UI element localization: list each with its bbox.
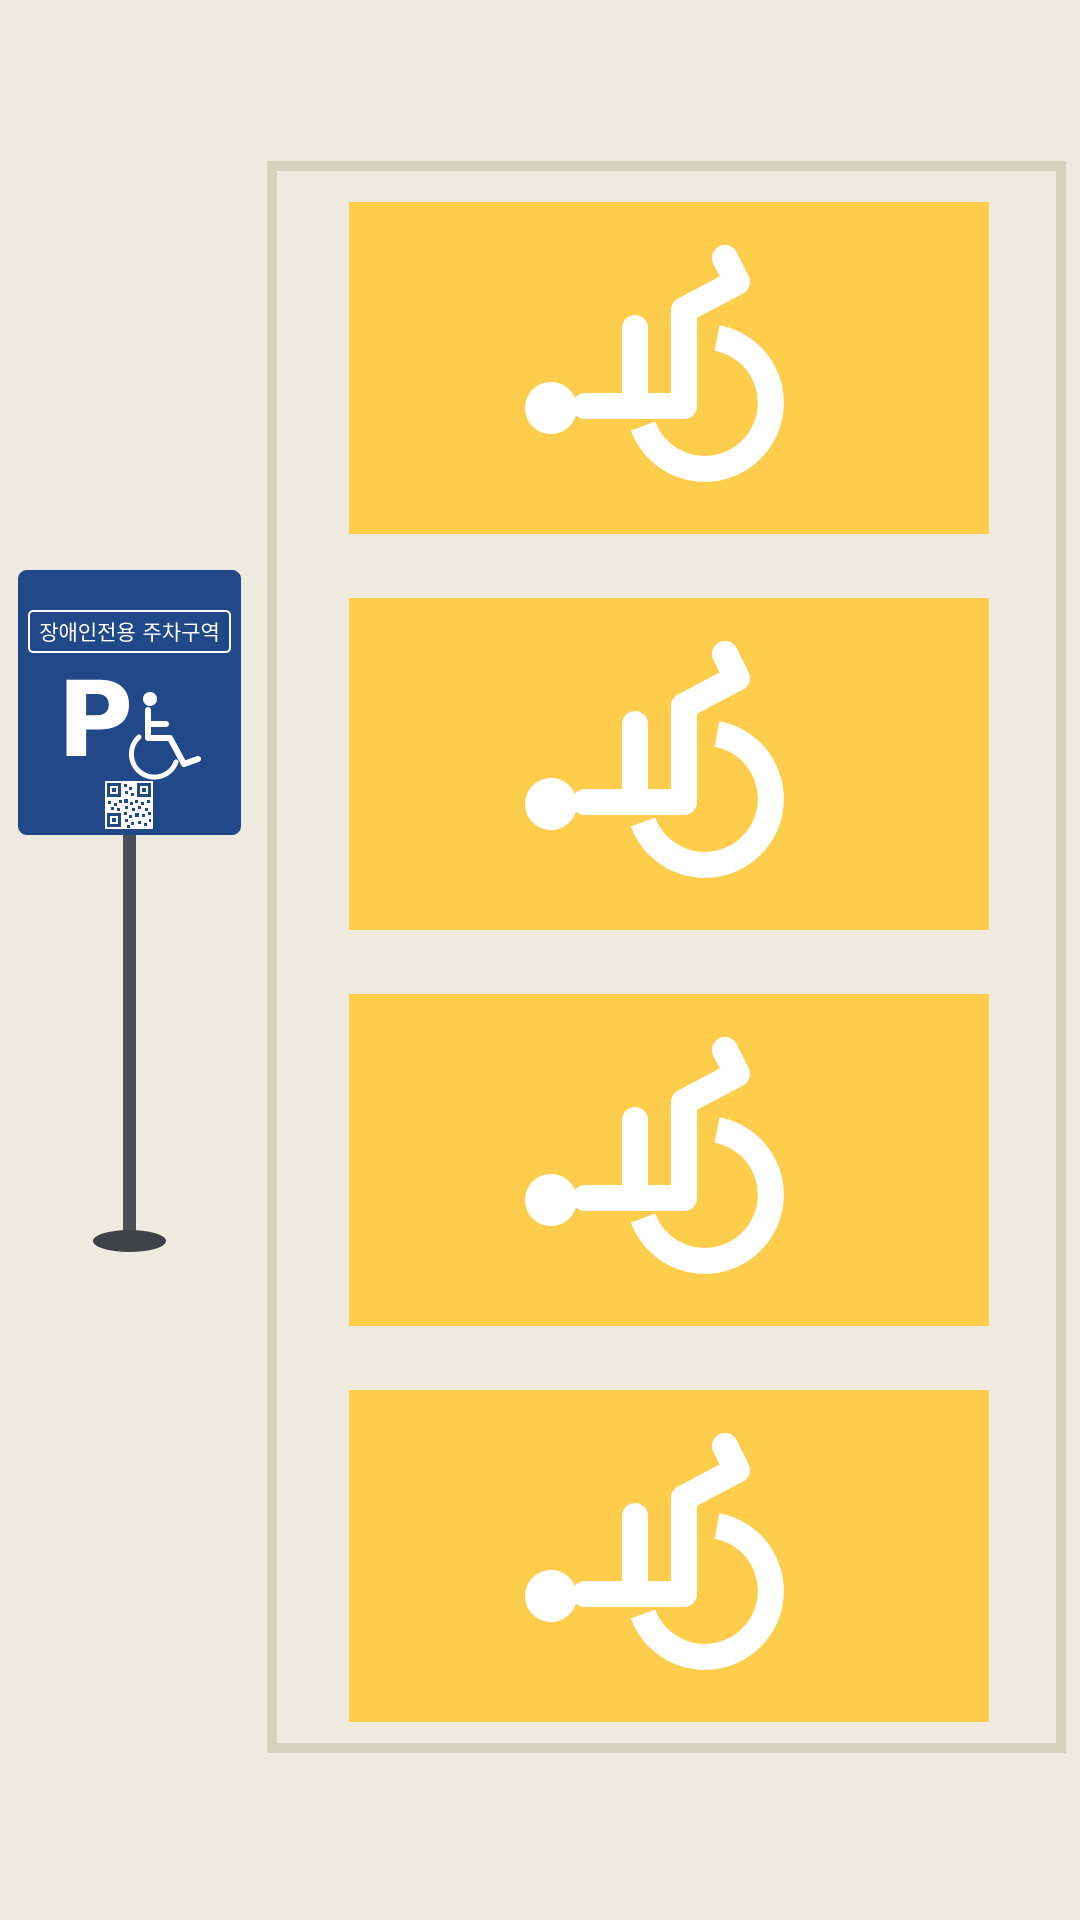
sign-base — [93, 1230, 166, 1252]
wheelchair-icon — [525, 245, 784, 482]
wheelchair-icon — [128, 692, 201, 780]
parking-bay — [349, 598, 989, 930]
parking-bay — [349, 994, 989, 1326]
parking-scene: 장애인전용 주차구역 P — [0, 0, 1080, 1920]
parking-letter: P — [57, 659, 134, 781]
sign-pole — [123, 830, 136, 1240]
wheelchair-icon — [525, 1433, 784, 1670]
parking-bay — [349, 202, 989, 534]
parking-bay — [349, 1390, 989, 1722]
wheelchair-icon — [525, 1037, 784, 1274]
accessible-parking-sign: 장애인전용 주차구역 P — [18, 570, 241, 835]
qr-code-icon — [105, 781, 153, 829]
wheelchair-icon — [525, 641, 784, 878]
sign-title: 장애인전용 주차구역 — [28, 610, 231, 653]
